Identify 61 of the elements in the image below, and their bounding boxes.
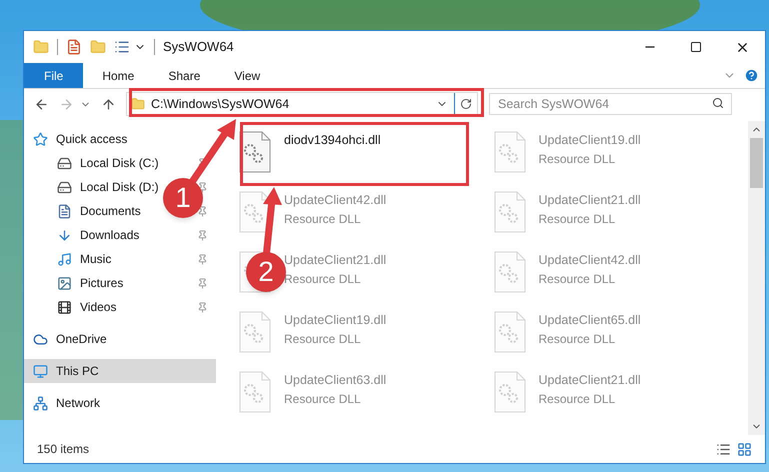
new-folder-icon — [90, 39, 106, 55]
file-type: Resource DLL — [538, 330, 616, 348]
network-icon — [33, 396, 48, 410]
folder-icon — [33, 39, 49, 55]
file-type: Resource DLL — [538, 270, 616, 288]
help-icon[interactable] — [744, 68, 759, 83]
picture-icon — [57, 276, 72, 290]
nav-item[interactable]: OneDrive — [30, 327, 110, 351]
view-list-icon — [114, 39, 130, 55]
scrollbar[interactable] — [748, 121, 765, 435]
cloud-icon — [33, 332, 48, 346]
properties-icon — [66, 39, 82, 55]
gear-file-icon — [494, 311, 526, 353]
nav-item[interactable]: Quick access — [30, 127, 130, 151]
file-type: Resource DLL — [538, 210, 616, 228]
nav-item[interactable]: Music — [54, 247, 114, 271]
nav-item[interactable]: Pictures — [54, 271, 126, 295]
nav-item[interactable]: Network — [30, 391, 104, 415]
file-type: Resource DLL — [538, 390, 616, 408]
file-type: Resource DLL — [538, 150, 616, 168]
nav-item[interactable]: Documents — [54, 199, 144, 223]
file-type: Resource DLL — [284, 210, 362, 228]
ribbon-tab[interactable]: File — [24, 63, 84, 88]
search-field[interactable]: Search SysWOW64 — [489, 93, 732, 115]
search-icon — [712, 97, 724, 109]
large-icons-view-icon[interactable] — [737, 442, 752, 456]
nav-item[interactable]: Local Disk (D:) — [54, 175, 162, 199]
folder-icon — [131, 97, 145, 111]
gear-file-icon — [239, 311, 271, 353]
hard-drive-icon — [57, 156, 72, 170]
address-path: C:\Windows\SysWOW64 — [151, 96, 290, 113]
ribbon-tab[interactable]: View — [222, 63, 272, 88]
refresh-icon[interactable] — [460, 98, 472, 110]
hard-drive-icon — [57, 180, 72, 194]
down-arrow-icon — [57, 228, 72, 242]
gear-file-icon — [239, 131, 271, 173]
ribbon-tab[interactable]: Share — [156, 63, 212, 88]
document-icon — [57, 204, 72, 218]
gear-file-icon — [494, 131, 526, 173]
film-icon — [57, 300, 72, 314]
monitor-icon — [33, 364, 48, 378]
nav-item[interactable]: Downloads — [54, 223, 142, 247]
music-note-icon — [57, 252, 72, 266]
file-type: Resource DLL — [284, 390, 362, 408]
details-view-icon[interactable] — [716, 442, 731, 456]
file-type: Resource DLL — [284, 270, 362, 288]
star-icon — [33, 132, 48, 146]
window-title: SysWOW64 — [163, 38, 234, 56]
gear-file-icon — [494, 251, 526, 293]
gear-file-icon — [494, 371, 526, 413]
nav-item[interactable]: Local Disk (C:) — [54, 151, 162, 175]
nav-item[interactable]: This PC — [30, 359, 102, 383]
maximize-icon — [690, 41, 702, 53]
scroll-thumb[interactable] — [750, 138, 763, 188]
nav-item[interactable]: Videos — [54, 295, 120, 319]
file-type: Resource DLL — [284, 330, 362, 348]
gear-file-icon — [239, 371, 271, 413]
ribbon-tab[interactable]: Home — [90, 63, 146, 88]
item-count: 150 items — [37, 441, 90, 458]
file-name[interactable]: diodv1394ohci.dll — [284, 131, 381, 150]
gear-file-icon — [494, 191, 526, 233]
